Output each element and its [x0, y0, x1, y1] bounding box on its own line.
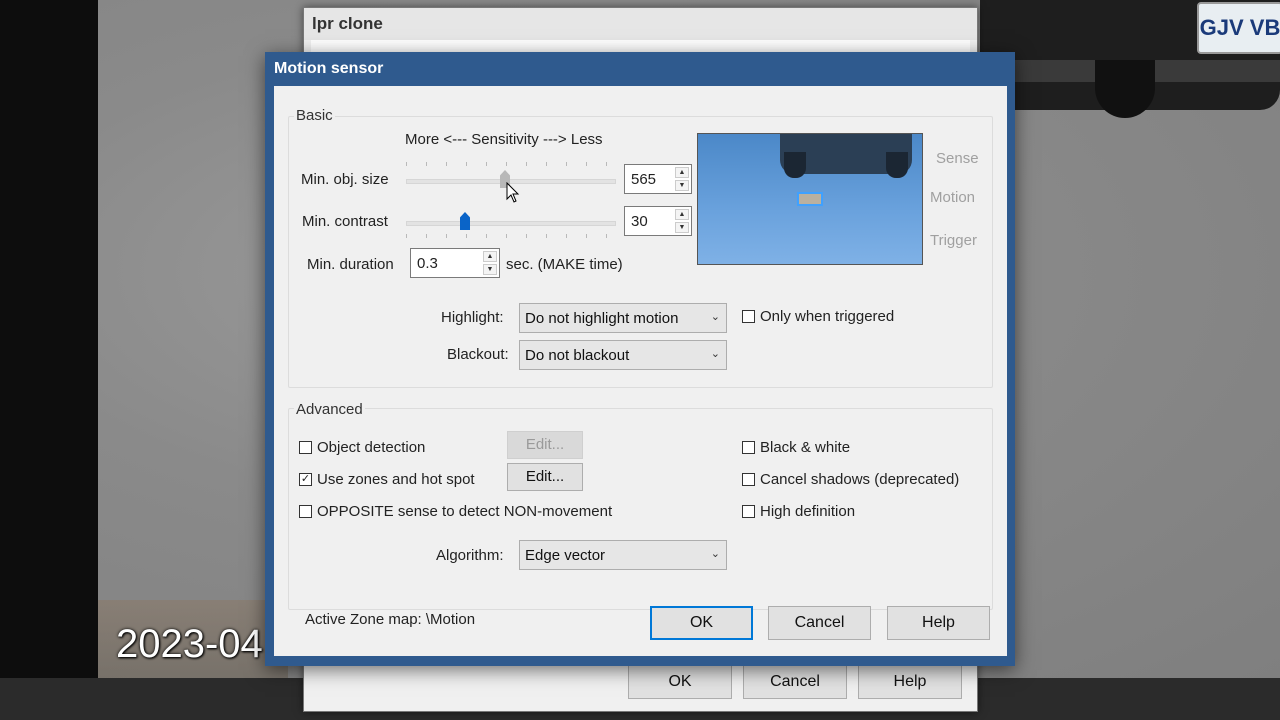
algorithm-select[interactable]: Edge vector ⌄	[519, 540, 727, 570]
chevron-down-icon: ⌄	[710, 311, 720, 323]
spin-up-icon[interactable]: ▲	[675, 209, 689, 220]
left-panel	[0, 0, 98, 720]
lpr-clone-content	[311, 40, 970, 52]
lpr-cancel-button[interactable]: Cancel	[743, 664, 847, 699]
min-obj-size-value: 565	[631, 171, 657, 188]
motion-preview-image	[697, 133, 923, 265]
preview-car-wheel	[886, 152, 908, 178]
ok-button[interactable]: OK	[650, 606, 753, 640]
camera-timestamp: 2023-04	[116, 622, 263, 666]
opposite-sense-checkbox[interactable]	[299, 505, 312, 518]
only-when-triggered-checkbox[interactable]	[742, 310, 755, 323]
black-white-checkbox[interactable]	[742, 441, 755, 454]
camera-truck-wheel	[1095, 60, 1155, 118]
preview-label-trigger: Trigger	[930, 232, 977, 249]
cancel-shadows-label: Cancel shadows (deprecated)	[760, 471, 960, 488]
preview-label-sense: Sense	[936, 150, 979, 167]
preview-car-wheel	[784, 152, 806, 178]
use-zones-label: Use zones and hot spot	[317, 471, 475, 488]
algorithm-label: Algorithm:	[436, 547, 504, 564]
min-obj-size-spinbox[interactable]: 565 ▲ ▼	[624, 164, 692, 194]
spin-up-icon[interactable]: ▲	[483, 251, 497, 262]
black-white-label: Black & white	[760, 439, 851, 456]
slider-ticks	[406, 162, 616, 166]
help-button[interactable]: Help	[887, 606, 990, 640]
cancel-shadows-checkbox[interactable]	[742, 473, 755, 486]
object-detection-edit-button[interactable]: Edit...	[507, 431, 583, 459]
spin-down-icon[interactable]: ▼	[675, 180, 689, 191]
min-contrast-label: Min. contrast	[302, 213, 388, 230]
chevron-down-icon: ⌄	[710, 548, 720, 560]
spin-arrows: ▲ ▼	[675, 209, 689, 233]
advanced-group-label: Advanced	[294, 401, 365, 418]
min-contrast-slider[interactable]	[406, 212, 616, 238]
preview-label-motion: Motion	[930, 189, 976, 206]
highlight-label: Highlight:	[441, 309, 504, 326]
blackout-label: Blackout:	[447, 346, 509, 363]
lpr-ok-button[interactable]: OK	[628, 664, 732, 699]
highlight-select[interactable]: Do not highlight motion ⌄	[519, 303, 727, 333]
spin-arrows: ▲ ▼	[483, 251, 497, 275]
mouse-cursor-icon	[506, 182, 520, 203]
sensitivity-caption: More <--- Sensitivity ---> Less	[405, 131, 603, 148]
spin-arrows: ▲ ▼	[675, 167, 689, 191]
zones-edit-button[interactable]: Edit...	[507, 463, 583, 491]
blackout-select[interactable]: Do not blackout ⌄	[519, 340, 727, 370]
min-contrast-spinbox[interactable]: 30 ▲ ▼	[624, 206, 692, 236]
opposite-sense-label: OPPOSITE sense to detect NON-movement	[317, 503, 613, 520]
algorithm-value: Edge vector	[525, 547, 606, 564]
spin-down-icon[interactable]: ▼	[483, 264, 497, 275]
object-detection-checkbox[interactable]	[299, 441, 312, 454]
cancel-button[interactable]: Cancel	[768, 606, 871, 640]
object-detection-label: Object detection	[317, 439, 426, 456]
basic-group-label: Basic	[294, 107, 335, 124]
highlight-value: Do not highlight motion	[525, 310, 679, 327]
lpr-help-button[interactable]: Help	[858, 664, 962, 699]
min-contrast-value: 30	[631, 213, 648, 230]
only-when-triggered-label: Only when triggered	[760, 308, 895, 325]
min-contrast-slider-thumb[interactable]	[460, 212, 470, 230]
min-duration-unit: sec. (MAKE time)	[506, 256, 623, 273]
high-definition-checkbox[interactable]	[742, 505, 755, 518]
preview-motion-zone	[797, 192, 823, 206]
min-duration-spinbox[interactable]: 0.3 ▲ ▼	[410, 248, 500, 278]
slider-track	[406, 221, 616, 226]
dialog-title: Motion sensor	[274, 60, 384, 77]
active-zone-map: Active Zone map: \Motion	[305, 611, 476, 628]
blackout-value: Do not blackout	[525, 347, 630, 364]
min-obj-size-label: Min. obj. size	[301, 171, 389, 188]
use-zones-checkbox[interactable]: ✓	[299, 473, 312, 486]
lpr-clone-title: lpr clone	[304, 8, 977, 40]
dialog-client: Basic More <--- Sensitivity ---> Less Mi…	[274, 86, 1007, 656]
spin-up-icon[interactable]: ▲	[675, 167, 689, 178]
chevron-down-icon: ⌄	[710, 348, 720, 360]
min-duration-value: 0.3	[417, 255, 438, 272]
license-plate: GJV VB	[1197, 2, 1280, 54]
high-definition-label: High definition	[760, 503, 856, 520]
slider-ticks	[406, 234, 616, 238]
motion-sensor-dialog: Motion sensor Basic More <--- Sensitivit…	[265, 52, 1015, 666]
spin-down-icon[interactable]: ▼	[675, 222, 689, 233]
min-duration-label: Min. duration	[307, 256, 394, 273]
